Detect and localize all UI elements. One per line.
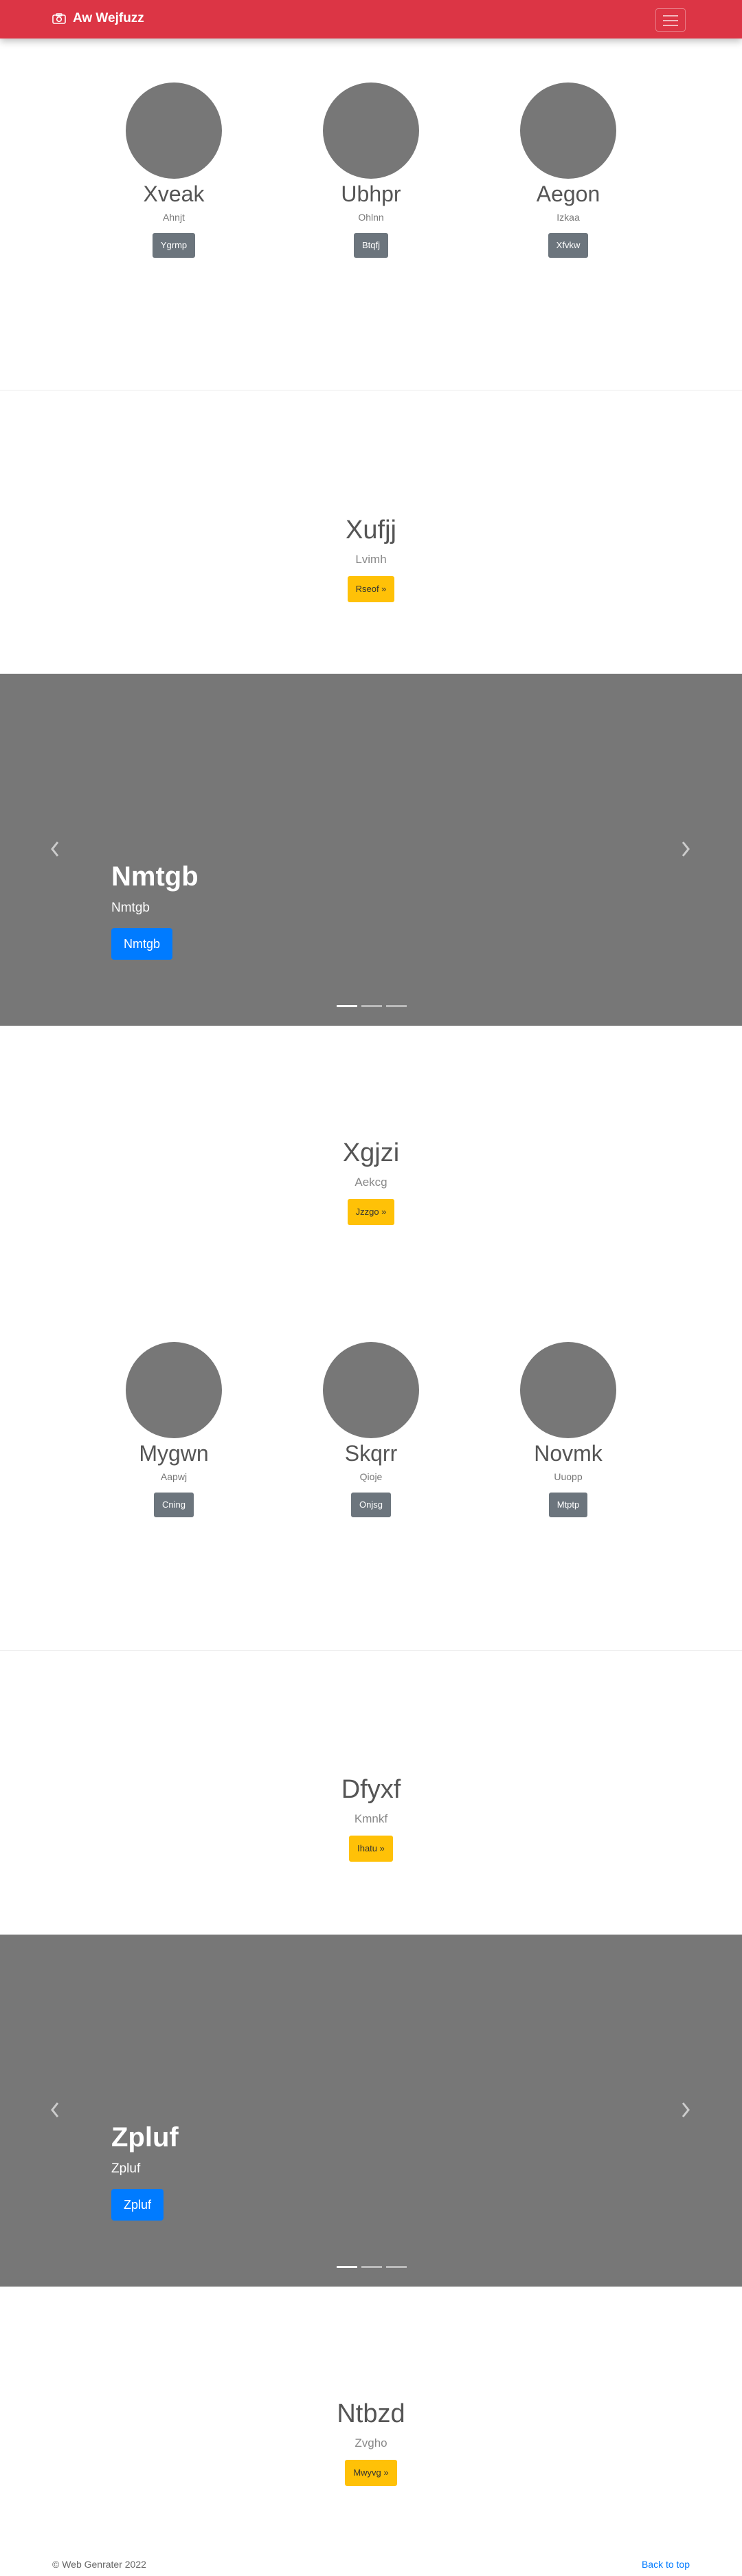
brand-name: Aw Wejfuzz: [73, 11, 144, 25]
feature-title: Xufjj: [346, 516, 396, 544]
team-member: Aegon Izkaa Xfvkw: [493, 82, 644, 258]
feature-section: Xufjj Lvimh Rseof »: [0, 514, 742, 602]
team-member: Novmk Uuopp Mtptp: [493, 1342, 644, 1517]
chevron-right-icon[interactable]: [680, 2101, 691, 2119]
copyright-text: © Web Genrater 2022: [52, 2559, 146, 2570]
avatar: [520, 1342, 616, 1438]
member-role: Ohlnn: [358, 212, 384, 223]
member-role: Ahnjt: [163, 212, 185, 223]
feature-section: Dfyxf Kmnkf Ihatu »: [0, 1774, 742, 1862]
member-name: Novmk: [534, 1441, 603, 1466]
carousel-indicator[interactable]: [386, 2266, 407, 2268]
chevron-right-icon[interactable]: [680, 840, 691, 858]
member-button[interactable]: Mtptp: [548, 1493, 588, 1517]
feature-subtitle: Lvimh: [355, 553, 387, 566]
feature-subtitle: Zvgho: [355, 2436, 387, 2450]
feature-button[interactable]: Ihatu »: [349, 1836, 393, 1862]
footer: © Web Genrater 2022 Back to top: [0, 2555, 742, 2575]
feature-button[interactable]: Rseof »: [347, 576, 395, 602]
navbar: Aw Wejfuzz: [0, 0, 742, 38]
carousel-indicators: [337, 1005, 407, 1007]
back-to-top-link[interactable]: Back to top: [642, 2559, 690, 2570]
avatar: [323, 82, 419, 179]
hamburger-menu-icon: [663, 15, 678, 16]
carousel: Zpluf Zpluf Zpluf: [0, 1935, 742, 2287]
carousel: Nmtgb Nmtgb Nmtgb: [0, 674, 742, 1026]
team-member: Ubhpr Ohlnn Btqfj: [295, 82, 447, 258]
camera-icon: [52, 13, 66, 24]
avatar: [520, 82, 616, 179]
team-member: Skqrr Qioje Onjsg: [295, 1342, 447, 1517]
carousel-button[interactable]: Zpluf: [111, 2189, 164, 2221]
carousel-caption: Zpluf Zpluf Zpluf: [111, 2122, 179, 2221]
section-divider: [0, 1650, 742, 1651]
menu-toggle-button[interactable]: [655, 8, 686, 32]
avatar: [126, 1342, 222, 1438]
chevron-left-icon[interactable]: [49, 840, 60, 858]
feature-subtitle: Kmnkf: [354, 1812, 388, 1825]
chevron-left-icon[interactable]: [49, 2101, 60, 2119]
carousel-indicator[interactable]: [361, 2266, 382, 2268]
carousel-text: Zpluf: [111, 2161, 141, 2176]
feature-section: Xgjzi Aekcg Jzzgo »: [0, 1137, 742, 1225]
member-name: Xveak: [143, 181, 205, 206]
member-button[interactable]: Xfvkw: [548, 233, 589, 258]
carousel-caption: Nmtgb Nmtgb Nmtgb: [111, 861, 199, 960]
feature-button[interactable]: Jzzgo »: [347, 1199, 395, 1225]
member-role: Qioje: [359, 1471, 383, 1482]
member-button[interactable]: Btqfj: [353, 233, 388, 258]
member-role: Aapwj: [160, 1471, 188, 1482]
carousel-indicator[interactable]: [337, 1005, 357, 1007]
feature-title: Xgjzi: [342, 1138, 400, 1167]
member-name: Skqrr: [344, 1441, 398, 1466]
carousel-indicator[interactable]: [386, 1005, 407, 1007]
member-role: Izkaa: [556, 212, 580, 223]
carousel-title: Zpluf: [111, 2122, 179, 2153]
member-name: Aegon: [536, 181, 600, 206]
feature-button[interactable]: Mwyvg »: [345, 2460, 397, 2486]
member-role: Uuopp: [554, 1471, 583, 1482]
carousel-indicator[interactable]: [361, 1005, 382, 1007]
member-button[interactable]: Cning: [154, 1493, 194, 1517]
feature-title: Dfyxf: [341, 1775, 401, 1804]
brand-link[interactable]: Aw Wejfuzz: [52, 11, 144, 26]
member-name: Mygwn: [139, 1441, 209, 1466]
member-name: Ubhpr: [341, 181, 401, 206]
member-button[interactable]: Onjsg: [351, 1493, 391, 1517]
carousel-indicators: [337, 2266, 407, 2268]
feature-section: Ntbzd Zvgho Mwyvg »: [0, 2398, 742, 2486]
team-member: Mygwn Aapwj Cning: [98, 1342, 249, 1517]
avatar: [126, 82, 222, 179]
feature-subtitle: Aekcg: [355, 1176, 387, 1189]
avatar: [323, 1342, 419, 1438]
carousel-text: Nmtgb: [111, 901, 150, 915]
carousel-indicator[interactable]: [337, 2266, 357, 2268]
carousel-title: Nmtgb: [111, 861, 199, 892]
carousel-button[interactable]: Nmtgb: [111, 928, 173, 960]
member-button[interactable]: Ygrmp: [152, 233, 196, 258]
team-member: Xveak Ahnjt Ygrmp: [98, 82, 249, 258]
feature-title: Ntbzd: [337, 2399, 405, 2428]
